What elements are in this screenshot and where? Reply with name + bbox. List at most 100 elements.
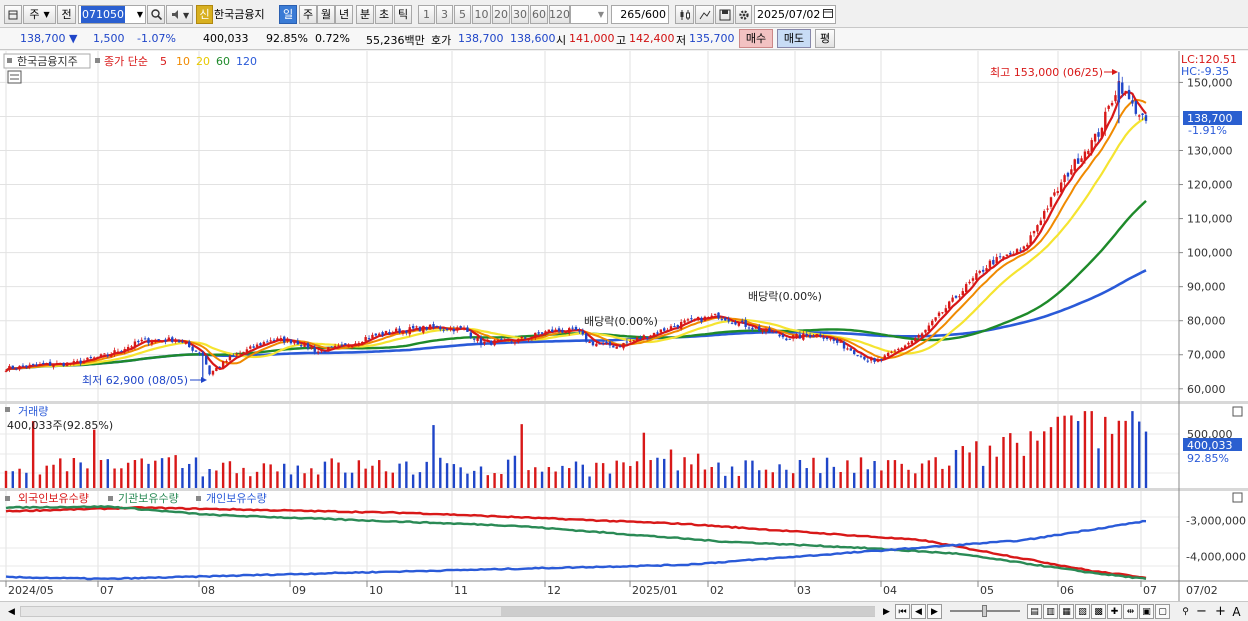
candle-body (76, 360, 79, 362)
candle-body (140, 339, 143, 342)
candle-body (880, 358, 883, 360)
candle-body (1005, 254, 1009, 257)
candle-body (825, 337, 829, 340)
zoom-fit-icon[interactable]: ▥ (1043, 604, 1058, 619)
first-page-icon[interactable]: ⏮ (895, 604, 910, 619)
period-button[interactable]: 주 (299, 5, 317, 24)
candle-body (961, 291, 964, 296)
volume-bar (744, 460, 747, 488)
horizontal-scrollbar[interactable] (20, 606, 875, 617)
candle-body (164, 339, 167, 342)
period-button[interactable]: 년 (335, 5, 353, 24)
interval-button[interactable]: 120 (549, 5, 570, 24)
ruler-icon[interactable]: ⇹ (1123, 604, 1138, 619)
candle-body (337, 345, 340, 347)
chart-area[interactable]: 한국금융지주 종가 단순 5 10 20 60 120 최고 153,000 (… (0, 51, 1248, 621)
interval-button[interactable]: 1 (418, 5, 435, 24)
volume-bar (1002, 436, 1005, 488)
interval-button[interactable]: 60 (530, 5, 548, 24)
candle-body (659, 329, 663, 333)
candle-body (747, 327, 751, 329)
draw-tool-icon[interactable] (695, 5, 714, 24)
period-button[interactable]: 일 (279, 5, 297, 24)
zoom-in-icon[interactable]: + (1213, 604, 1228, 619)
zoom-search-icon[interactable]: ⚲ (1178, 604, 1193, 619)
scrollbar-thumb[interactable] (501, 607, 875, 616)
export-icon[interactable]: ▢ (1155, 604, 1170, 619)
candle-body (143, 338, 147, 340)
stock-chart[interactable]: 한국금융지주 종가 단순 5 10 20 60 120 최고 153,000 (… (0, 51, 1248, 601)
volume-bar (459, 467, 462, 488)
calendar-icon[interactable] (823, 6, 833, 23)
volume-bar (147, 463, 150, 488)
window-icon[interactable]: ▩ (1091, 604, 1106, 619)
candle-body (181, 341, 184, 343)
volume-bar (941, 468, 944, 488)
interval-button[interactable]: 20 (492, 5, 510, 24)
gear-icon[interactable] (735, 5, 752, 24)
period-button[interactable]: 틱 (394, 5, 412, 24)
candle-body (829, 338, 832, 340)
scroll-left-icon[interactable]: ◀ (4, 604, 19, 619)
prev-page-icon[interactable]: ◀ (911, 604, 926, 619)
layout-icon[interactable]: ▤ (1027, 604, 1042, 619)
candle-body (527, 338, 530, 341)
save-icon[interactable] (715, 5, 734, 24)
chevron-down-icon[interactable]: ▼ (137, 6, 143, 23)
print-icon[interactable]: ▣ (1139, 604, 1154, 619)
prev-button[interactable]: 전 (57, 5, 76, 24)
price-change: 1,500 (93, 32, 125, 45)
search-icon[interactable] (147, 5, 165, 24)
interval-button[interactable]: 30 (511, 5, 529, 24)
candle-body (1046, 208, 1049, 210)
candle-type-icon[interactable] (675, 5, 694, 24)
interval-dropdown[interactable]: ▼ (570, 5, 608, 24)
count-field[interactable]: 265 /600 (611, 5, 669, 24)
candle-body (666, 329, 669, 332)
zoom-out-icon[interactable]: − (1194, 604, 1209, 619)
holding-legend-foreign: 외국인보유수량 (18, 492, 89, 505)
grid-view-icon[interactable]: ▧ (1075, 604, 1090, 619)
next-page-icon[interactable]: ▶ (927, 604, 942, 619)
sell-button[interactable]: 매도 (777, 29, 811, 48)
volume-bar (880, 470, 883, 488)
period-button[interactable]: 분 (356, 5, 374, 24)
buy-button[interactable]: 매수 (739, 29, 773, 48)
period-button[interactable]: 초 (375, 5, 393, 24)
crosshair-icon[interactable]: ✚ (1107, 604, 1122, 619)
interval-button[interactable]: 5 (454, 5, 471, 24)
count-max: /600 (641, 8, 666, 21)
window-menu-icon[interactable] (4, 5, 22, 24)
candle-body (21, 365, 25, 367)
candle-body (530, 336, 534, 339)
candle-body (235, 354, 238, 356)
candle-body (42, 362, 45, 365)
candle-body (574, 326, 578, 331)
candle-body (350, 346, 354, 348)
candle-body (52, 364, 55, 367)
interval-button[interactable]: 10 (472, 5, 491, 24)
volume-bar (920, 463, 924, 488)
date-field[interactable]: 2025/07/02 (754, 5, 836, 24)
candle-body (303, 342, 306, 347)
candle-body (761, 330, 764, 332)
candle-body (544, 331, 547, 335)
split-icon[interactable]: ▦ (1059, 604, 1074, 619)
scroll-right-icon[interactable]: ▶ (879, 604, 894, 619)
market-select[interactable]: 주 ▼ (23, 5, 56, 24)
candle-body (428, 324, 432, 330)
font-size-icon[interactable]: A (1229, 604, 1244, 619)
volume-value: 400,033 (203, 32, 249, 45)
period-button[interactable]: 월 (317, 5, 335, 24)
candle-body (937, 312, 941, 316)
speaker-icon[interactable]: ▼ (166, 5, 193, 24)
volume-bar (914, 473, 917, 488)
volume-bar (208, 469, 211, 488)
zoom-slider-handle[interactable] (982, 605, 987, 617)
volume-bar (445, 463, 449, 488)
interval-button[interactable]: 3 (436, 5, 453, 24)
volume-bar (425, 461, 428, 488)
avg-button[interactable]: 평 (815, 29, 835, 48)
code-input[interactable]: 071050 ▼ (78, 5, 146, 24)
candle-body (639, 337, 642, 339)
